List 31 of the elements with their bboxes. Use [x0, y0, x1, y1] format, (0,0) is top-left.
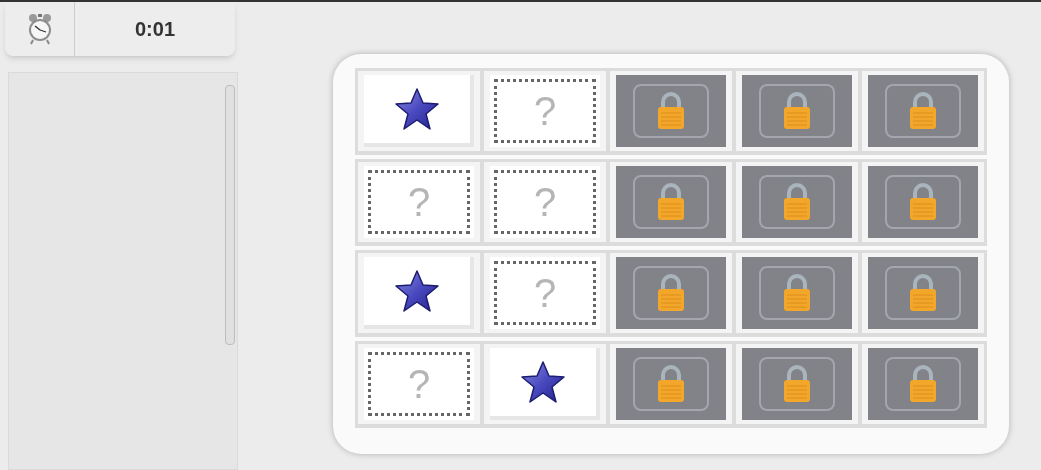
star-icon	[520, 360, 566, 404]
timer-text: 0:01	[135, 17, 175, 42]
hidden-card[interactable]: ?	[490, 257, 600, 329]
star-icon	[394, 269, 440, 313]
padlock-icon	[656, 365, 686, 403]
padlock-icon	[656, 92, 686, 130]
star-card[interactable]	[490, 348, 600, 420]
padlock-icon	[782, 92, 812, 130]
question-mark: ?	[533, 273, 557, 313]
alarm-clock-icon	[26, 12, 53, 46]
hidden-card[interactable]: ?	[490, 75, 600, 147]
padlock-icon	[908, 274, 938, 312]
padlock-icon	[782, 274, 812, 312]
hidden-card[interactable]: ?	[364, 348, 474, 420]
padlock-icon	[656, 274, 686, 312]
hidden-card[interactable]: ?	[490, 166, 600, 238]
question-mark: ?	[407, 364, 431, 404]
padlock-icon	[908, 365, 938, 403]
question-mark: ?	[533, 91, 557, 131]
padlock-icon	[782, 365, 812, 403]
padlock-icon	[908, 183, 938, 221]
padlock-icon	[656, 183, 686, 221]
star-icon	[394, 87, 440, 131]
padlock-icon	[782, 183, 812, 221]
scrollbar[interactable]	[225, 85, 235, 345]
question-mark: ?	[533, 182, 557, 222]
question-mark: ?	[407, 182, 431, 222]
padlock-icon	[908, 92, 938, 130]
star-card[interactable]	[364, 75, 474, 147]
hidden-card[interactable]: ?	[364, 166, 474, 238]
star-card[interactable]	[364, 257, 474, 329]
